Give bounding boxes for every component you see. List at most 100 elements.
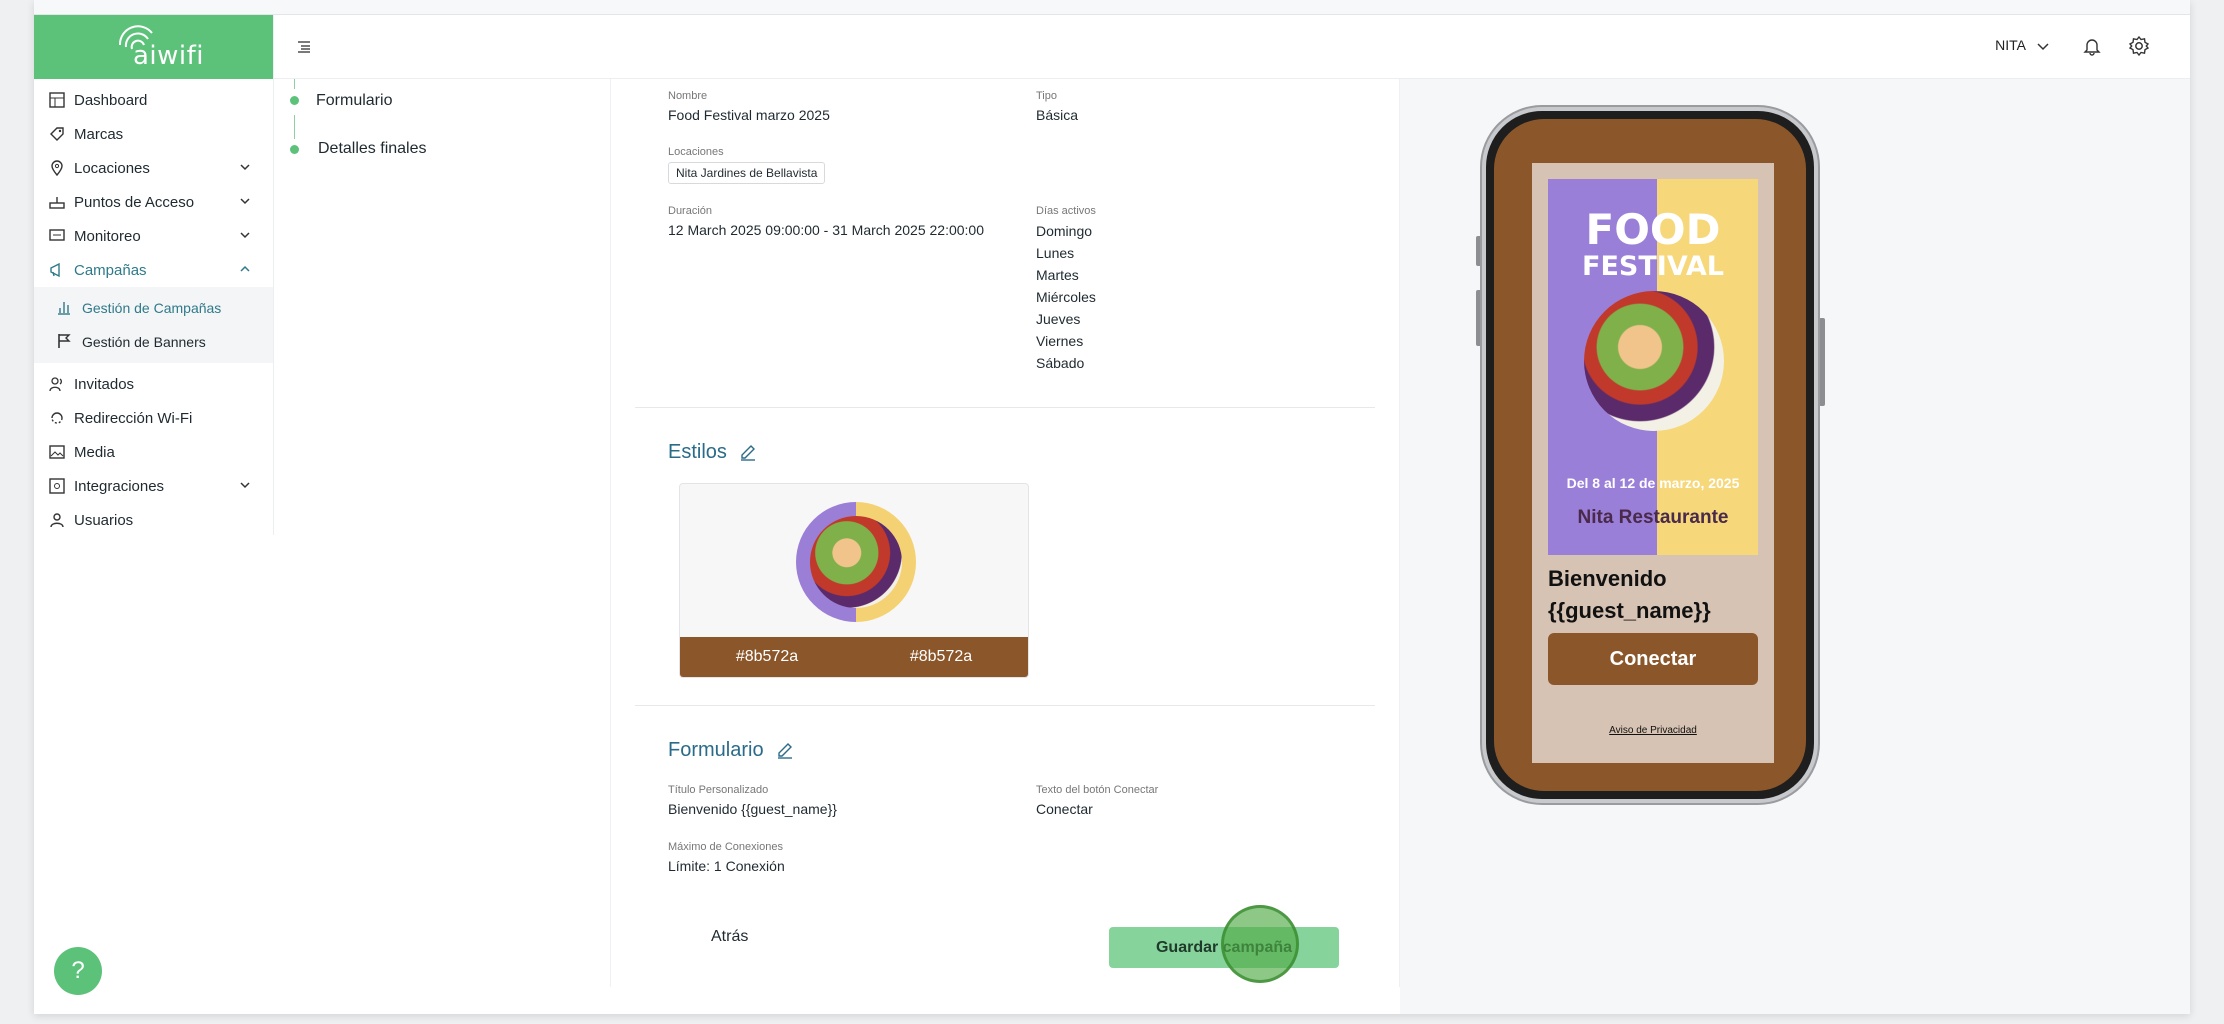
duracion-label: Duración bbox=[668, 205, 713, 217]
style-preview-card: #8b572a #8b572a bbox=[679, 483, 1029, 678]
flag-icon bbox=[56, 333, 74, 351]
sidebar-item-campanas[interactable]: Campañas bbox=[34, 253, 273, 287]
sidebar-item-label: Dashboard bbox=[74, 91, 148, 109]
sidebar-item-locaciones[interactable]: Locaciones bbox=[34, 151, 273, 185]
sidebar-subitem-label: Gestión de Campañas bbox=[82, 300, 222, 316]
welcome-title: Bienvenido {{guest_name}} bbox=[1548, 566, 1711, 623]
max-conexiones-value: Límite: 1 Conexión bbox=[668, 858, 785, 874]
boton-value: Conectar bbox=[1036, 801, 1093, 817]
image-icon bbox=[48, 443, 66, 461]
click-indicator bbox=[1221, 905, 1299, 983]
sidebar-item-label: Usuarios bbox=[74, 511, 134, 529]
color-swatch-secondary: #8b572a bbox=[909, 648, 973, 665]
section-divider bbox=[635, 407, 1375, 408]
titulo-label: Título Personalizado bbox=[668, 784, 769, 796]
users-icon bbox=[48, 375, 66, 393]
tipo-value: Básica bbox=[1036, 107, 1079, 123]
duracion-value: 12 March 2025 09:00:00 - 31 March 2025 2… bbox=[668, 222, 984, 238]
day-item: Lunes bbox=[1036, 245, 1075, 261]
help-button[interactable]: ? bbox=[54, 947, 102, 995]
sidebar-subitem-label: Gestión de Banners bbox=[82, 334, 206, 350]
sidebar-subitem-gestion-campanas[interactable]: Gestión de Campañas bbox=[34, 291, 273, 325]
chevron-down-icon bbox=[240, 164, 250, 171]
day-item: Jueves bbox=[1036, 311, 1081, 327]
integrations-icon bbox=[48, 477, 66, 495]
poster-food-bowl bbox=[1584, 291, 1724, 431]
chevron-down-icon bbox=[240, 198, 250, 205]
sidebar-item-label: Media bbox=[74, 443, 115, 461]
stepper-line bbox=[294, 79, 295, 89]
connect-button: Conectar bbox=[1548, 633, 1758, 685]
poster-title-line1: FOOD bbox=[1585, 205, 1721, 254]
menu-toggle-icon[interactable] bbox=[296, 39, 312, 55]
monitor-icon bbox=[48, 227, 66, 245]
sidebar-item-dashboard[interactable]: Dashboard bbox=[34, 83, 273, 117]
bowl-graphic bbox=[810, 516, 902, 608]
top-header: NITA bbox=[274, 15, 2190, 79]
privacy-link: Aviso de Privacidad bbox=[1609, 725, 1697, 736]
bar-chart-icon bbox=[56, 299, 74, 317]
user-menu-name[interactable]: NITA bbox=[1995, 37, 2026, 53]
sidebar-item-integraciones[interactable]: Integraciones bbox=[34, 469, 273, 503]
phone-mockup: FOOD FESTIVAL Del 8 al 12 de marzo, 2025… bbox=[1482, 107, 1818, 803]
tipo-label: Tipo bbox=[1036, 90, 1057, 102]
day-item: Miércoles bbox=[1036, 289, 1096, 305]
formulario-title: Formulario bbox=[668, 739, 764, 761]
megaphone-icon bbox=[48, 261, 66, 279]
section-divider bbox=[635, 705, 1375, 706]
titulo-value: Bienvenido {{guest_name}} bbox=[668, 801, 837, 817]
step-dot bbox=[290, 96, 299, 105]
campaign-summary-card: Nombre Food Festival marzo 2025 Tipo Bás… bbox=[610, 79, 1400, 987]
day-item: Martes bbox=[1036, 267, 1079, 283]
logo[interactable]: aiwifi bbox=[34, 15, 273, 79]
sidebar-item-redireccion[interactable]: Redirección Wi-Fi bbox=[34, 401, 273, 435]
gear-icon[interactable] bbox=[2128, 35, 2150, 57]
poster-date: Del 8 al 12 de marzo, 2025 bbox=[1566, 475, 1740, 491]
phone-screen-frame: FOOD FESTIVAL Del 8 al 12 de marzo, 2025… bbox=[1494, 119, 1806, 791]
day-item: Domingo bbox=[1036, 223, 1093, 239]
phone-side-button bbox=[1819, 318, 1825, 406]
step-formulario[interactable]: Formulario bbox=[316, 92, 392, 110]
active-days-list: Domingo Lunes Martes Miércoles Jueves Vi… bbox=[1036, 220, 1096, 374]
sidebar-item-media[interactable]: Media bbox=[34, 435, 273, 469]
bell-icon[interactable] bbox=[2082, 36, 2102, 56]
location-chip: Nita Jardines de Bellavista bbox=[668, 162, 826, 184]
sidebar-item-label: Marcas bbox=[74, 125, 124, 143]
poster-title-line2: FESTIVAL bbox=[1582, 251, 1724, 282]
router-icon bbox=[48, 193, 66, 211]
dashboard-icon bbox=[48, 91, 66, 109]
nombre-value: Food Festival marzo 2025 bbox=[668, 107, 830, 123]
sidebar-item-label: Invitados bbox=[74, 375, 135, 393]
color-swatches: #8b572a #8b572a bbox=[680, 637, 1028, 677]
chevron-up-icon bbox=[240, 265, 250, 272]
sidebar-item-monitoreo[interactable]: Monitoreo bbox=[34, 219, 273, 253]
chevron-down-icon[interactable] bbox=[2036, 39, 2050, 53]
sidebar-item-label: Redirección Wi-Fi bbox=[74, 409, 193, 427]
edit-icon[interactable] bbox=[776, 742, 794, 760]
campaign-poster: FOOD FESTIVAL Del 8 al 12 de marzo, 2025… bbox=[1548, 179, 1758, 555]
sidebar-item-label: Campañas bbox=[74, 261, 147, 279]
user-icon bbox=[48, 511, 66, 529]
sidebar-item-puntos-acceso[interactable]: Puntos de Acceso bbox=[34, 185, 273, 219]
location-pin-icon bbox=[48, 159, 66, 177]
back-button[interactable]: Atrás bbox=[711, 928, 748, 946]
sidebar-item-invitados[interactable]: Invitados bbox=[34, 367, 273, 401]
day-item: Viernes bbox=[1036, 333, 1084, 349]
edit-icon[interactable] bbox=[739, 444, 757, 462]
step-dot bbox=[290, 145, 299, 154]
locaciones-label: Locaciones bbox=[668, 146, 724, 158]
sidebar-subitem-gestion-banners[interactable]: Gestión de Banners bbox=[34, 325, 273, 359]
dias-label: Días activos bbox=[1036, 205, 1096, 217]
sidebar-item-marcas[interactable]: Marcas bbox=[34, 117, 273, 151]
stepper-line bbox=[294, 115, 295, 139]
step-detalles-finales[interactable]: Detalles finales bbox=[318, 140, 427, 158]
wifi-logo-icon bbox=[118, 25, 153, 50]
chevron-down-icon bbox=[240, 482, 250, 489]
nombre-label: Nombre bbox=[668, 90, 708, 102]
color-swatch-primary: #8b572a bbox=[735, 648, 799, 665]
sidebar-item-usuarios[interactable]: Usuarios bbox=[34, 503, 273, 537]
sidebar-item-label: Integraciones bbox=[74, 477, 165, 495]
estilos-heading: Estilos bbox=[668, 441, 757, 464]
chevron-down-icon bbox=[240, 232, 250, 239]
sidebar: aiwifi Dashboard Marcas Locaciones Punto… bbox=[34, 15, 274, 535]
